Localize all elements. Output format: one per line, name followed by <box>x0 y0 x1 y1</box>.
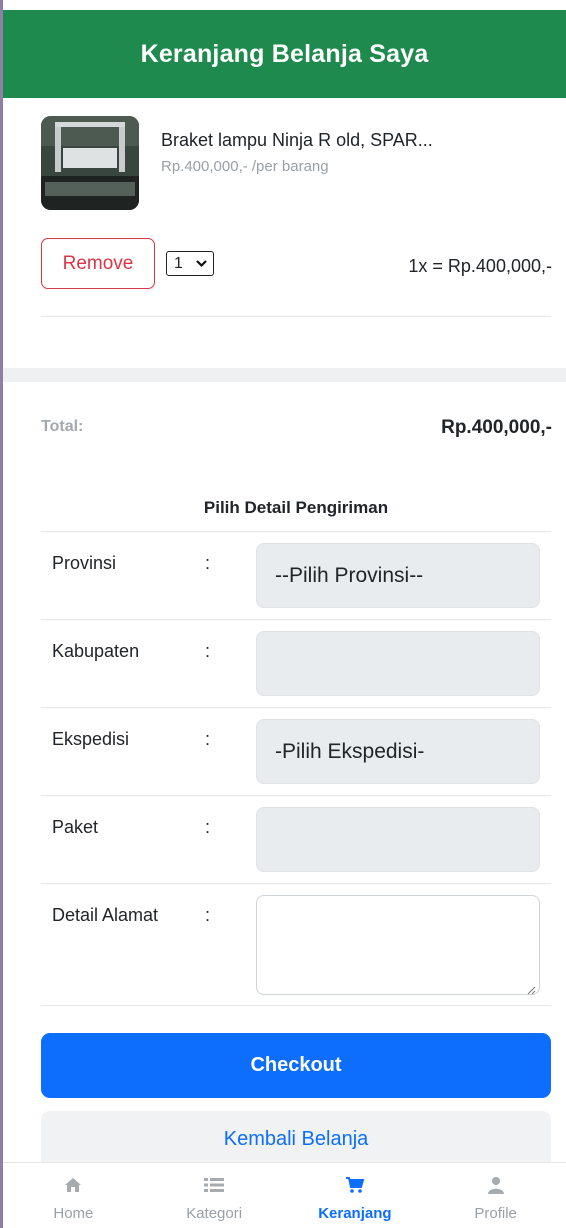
nav-item-keranjang[interactable]: Keranjang <box>285 1163 426 1228</box>
address-row: Detail Alamat : <box>41 883 551 1005</box>
list-icon <box>203 1175 225 1195</box>
nav-label-keranjang: Keranjang <box>318 1205 392 1222</box>
nav-item-kategori[interactable]: Kategori <box>144 1163 285 1228</box>
product-image[interactable] <box>41 116 139 210</box>
package-select[interactable] <box>256 807 540 872</box>
item-divider <box>41 316 551 317</box>
form-divider <box>41 1005 551 1006</box>
package-row: Paket : <box>41 795 551 883</box>
courier-select[interactable]: -Pilih Ekspedisi- <box>256 719 540 784</box>
nav-label-profile: Profile <box>474 1205 517 1222</box>
courier-colon: : <box>205 729 211 749</box>
nav-item-profile[interactable]: Profile <box>425 1163 566 1228</box>
resize-grip-icon[interactable] <box>527 982 536 995</box>
regency-label: Kabupaten <box>52 641 140 661</box>
address-textarea[interactable] <box>256 895 540 995</box>
regency-select[interactable] <box>256 631 540 696</box>
total-label: Total: <box>41 418 84 435</box>
home-icon <box>62 1175 84 1195</box>
header-bar: Keranjang Belanja Saya <box>3 10 566 98</box>
package-label: Paket <box>52 817 99 837</box>
page-title: Keranjang Belanja Saya <box>140 39 429 68</box>
address-label: Detail Alamat <box>52 905 159 925</box>
province-select[interactable]: --Pilih Provinsi-- <box>256 543 540 608</box>
user-icon <box>485 1175 507 1195</box>
courier-label: Ekspedisi <box>52 729 130 749</box>
province-row: Provinsi : --Pilih Provinsi-- <box>41 531 551 619</box>
quantity-value: 1 <box>174 254 183 272</box>
province-colon: : <box>205 553 211 573</box>
nav-label-kategori: Kategori <box>186 1205 243 1222</box>
header: Keranjang Belanja Saya <box>3 0 566 98</box>
total-value: Rp.400,000,- <box>441 417 552 438</box>
remove-button[interactable]: Remove <box>41 238 155 289</box>
nav-item-home[interactable]: Home <box>3 1163 144 1228</box>
nav-label-home: Home <box>53 1205 94 1222</box>
province-label: Provinsi <box>52 553 117 573</box>
chevron-down-icon <box>196 255 207 274</box>
checkout-button[interactable]: Checkout <box>41 1033 551 1098</box>
item-subtotal: 1x = Rp.400,000,- <box>408 256 552 276</box>
bottom-nav: Home Kategori Keranjang Profile <box>3 1162 566 1228</box>
regency-colon: : <box>205 641 211 661</box>
quantity-select[interactable]: 1 <box>166 251 214 276</box>
window-edge <box>0 0 3 1228</box>
address-colon: : <box>205 905 211 925</box>
section-divider <box>3 368 566 382</box>
shipping-section-title: Pilih Detail Pengiriman <box>203 498 389 517</box>
courier-row: Ekspedisi : -Pilih Ekspedisi- <box>41 707 551 795</box>
regency-row: Kabupaten : <box>41 619 551 707</box>
cart-icon <box>344 1175 366 1195</box>
product-unit-price: Rp.400,000,- /per barang <box>161 158 329 175</box>
product-name[interactable]: Braket lampu Ninja R old, SPAR... <box>161 130 433 151</box>
package-colon: : <box>205 817 211 837</box>
